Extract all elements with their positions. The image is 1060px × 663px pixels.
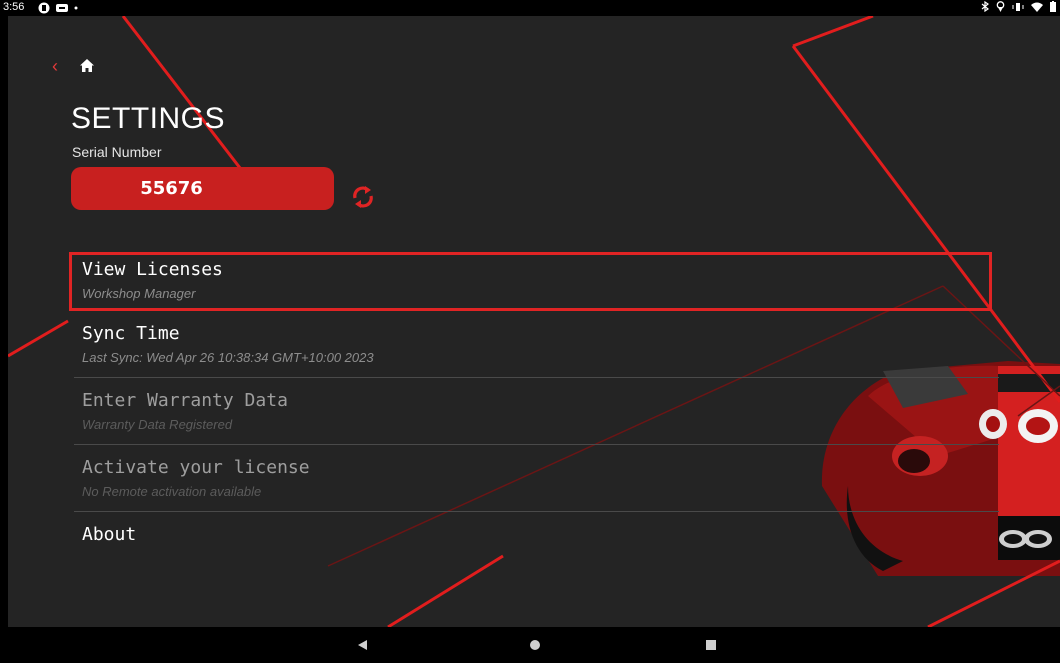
- serial-number-value: 55676: [140, 178, 203, 199]
- enter-warranty-data-item[interactable]: Enter Warranty Data Warranty Data Regist…: [74, 378, 999, 445]
- device-screen: 3:56 ‹ SETTINGS Serial Number 55676 View…: [0, 0, 1060, 663]
- bluetooth-icon: [981, 1, 989, 12]
- item-subtitle: Last Sync: Wed Apr 26 10:38:34 GMT+10:00…: [82, 350, 374, 365]
- item-title: Sync Time: [82, 323, 180, 344]
- system-navigation-bar: [0, 627, 1060, 663]
- item-title: Enter Warranty Data: [82, 390, 288, 411]
- item-subtitle: Workshop Manager: [82, 286, 196, 301]
- about-item[interactable]: About: [74, 512, 999, 579]
- home-icon[interactable]: [79, 58, 95, 73]
- view-licenses-item[interactable]: View Licenses Workshop Manager: [69, 252, 992, 311]
- item-title: View Licenses: [82, 259, 223, 280]
- status-system-icons: [981, 1, 1056, 12]
- back-chevron-icon[interactable]: ‹: [52, 56, 58, 77]
- dot-icon: [74, 6, 78, 10]
- nav-home-icon[interactable]: [515, 627, 555, 663]
- location-icon: [996, 1, 1005, 12]
- vibrate-icon: [1012, 2, 1024, 11]
- page-title: SETTINGS: [71, 102, 226, 135]
- serial-number-field: 55676: [71, 167, 334, 210]
- status-time: 3:56: [3, 1, 25, 13]
- app-notification-icon: [38, 2, 50, 14]
- status-bar: 3:56: [0, 0, 1060, 16]
- refresh-icon[interactable]: [351, 184, 375, 210]
- item-subtitle: No Remote activation available: [82, 484, 262, 499]
- activate-license-item[interactable]: Activate your license No Remote activati…: [74, 445, 999, 512]
- nav-recents-icon[interactable]: [691, 627, 731, 663]
- item-title: Activate your license: [82, 457, 310, 478]
- item-subtitle: Warranty Data Registered: [82, 417, 233, 432]
- sync-time-item[interactable]: Sync Time Last Sync: Wed Apr 26 10:38:34…: [74, 311, 999, 378]
- wifi-icon: [1031, 2, 1043, 12]
- message-notification-icon: [56, 4, 68, 12]
- serial-number-label: Serial Number: [72, 144, 162, 160]
- status-notification-icons: [38, 2, 78, 14]
- item-title: About: [82, 524, 137, 545]
- settings-list: View Licenses Workshop Manager Sync Time…: [69, 252, 999, 579]
- nav-back-icon[interactable]: [342, 627, 382, 663]
- battery-icon: [1050, 1, 1056, 12]
- settings-screen: ‹ SETTINGS Serial Number 55676 View Lice…: [8, 16, 1060, 627]
